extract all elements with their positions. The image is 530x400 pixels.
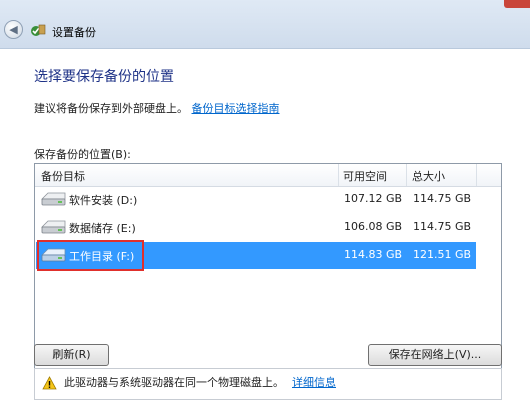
drive-free-space: 106.08 GB xyxy=(344,220,403,233)
hint-text: 建议将备份保存到外部硬盘上。 xyxy=(34,102,188,115)
list-header: 备份目标 可用空间 总大小 xyxy=(35,164,501,187)
column-divider[interactable] xyxy=(406,164,407,186)
refresh-button[interactable]: 刷新(R) xyxy=(34,344,109,366)
location-list-label: 保存备份的位置(B): xyxy=(34,148,131,161)
hard-drive-icon xyxy=(41,220,66,234)
warning-text: 此驱动器与系统驱动器在同一个物理磁盘上。 xyxy=(64,376,284,389)
drive-total-size: 114.75 GB xyxy=(413,192,472,205)
window-close-button[interactable] xyxy=(504,0,530,8)
warning-triangle-icon xyxy=(42,376,57,390)
save-on-network-button[interactable]: 保存在网络上(V)... xyxy=(368,344,502,366)
highlight-box xyxy=(37,240,144,271)
back-arrow-icon[interactable]: ◀ xyxy=(4,20,23,39)
page-heading: 选择要保存备份的位置 xyxy=(34,69,174,85)
drive-total-size: 114.75 GB xyxy=(413,220,472,233)
column-divider[interactable] xyxy=(476,164,477,186)
list-item[interactable]: 软件安装 (D:) 107.12 GB 114.75 GB xyxy=(36,186,476,213)
backup-guide-link[interactable]: 备份目标选择指南 xyxy=(192,102,280,115)
drive-name: 软件安装 (D:) xyxy=(69,194,138,207)
backup-app-icon xyxy=(31,24,46,36)
hard-drive-icon xyxy=(41,192,66,206)
drive-name: 数据储存 (E:) xyxy=(69,222,136,235)
drive-total-size: 121.51 GB xyxy=(413,248,472,261)
hint-line: 建议将备份保存到外部硬盘上。 备份目标选择指南 xyxy=(34,100,280,116)
drive-free-space: 114.83 GB xyxy=(344,248,403,261)
details-link[interactable]: 详细信息 xyxy=(292,376,336,389)
column-divider[interactable] xyxy=(338,164,339,186)
warning-bar: 此驱动器与系统驱动器在同一个物理磁盘上。 详细信息 xyxy=(34,368,502,400)
wizard-content: 选择要保存备份的位置 建议将备份保存到外部硬盘上。 备份目标选择指南 保存备份的… xyxy=(0,49,530,400)
list-item[interactable]: 数据储存 (E:) 106.08 GB 114.75 GB xyxy=(36,214,476,241)
drive-free-space: 107.12 GB xyxy=(344,192,403,205)
title-bar: ◀ 设置备份 xyxy=(0,0,530,49)
warning-message: 此驱动器与系统驱动器在同一个物理磁盘上。 详细信息 xyxy=(64,374,336,390)
column-header-total[interactable]: 总大小 xyxy=(412,168,445,184)
column-header-free[interactable]: 可用空间 xyxy=(343,168,387,184)
column-header-target[interactable]: 备份目标 xyxy=(41,168,85,184)
window-title: 设置备份 xyxy=(52,26,96,39)
list-item-selected[interactable]: 工作目录 (F:) 114.83 GB 121.51 GB xyxy=(36,240,476,271)
